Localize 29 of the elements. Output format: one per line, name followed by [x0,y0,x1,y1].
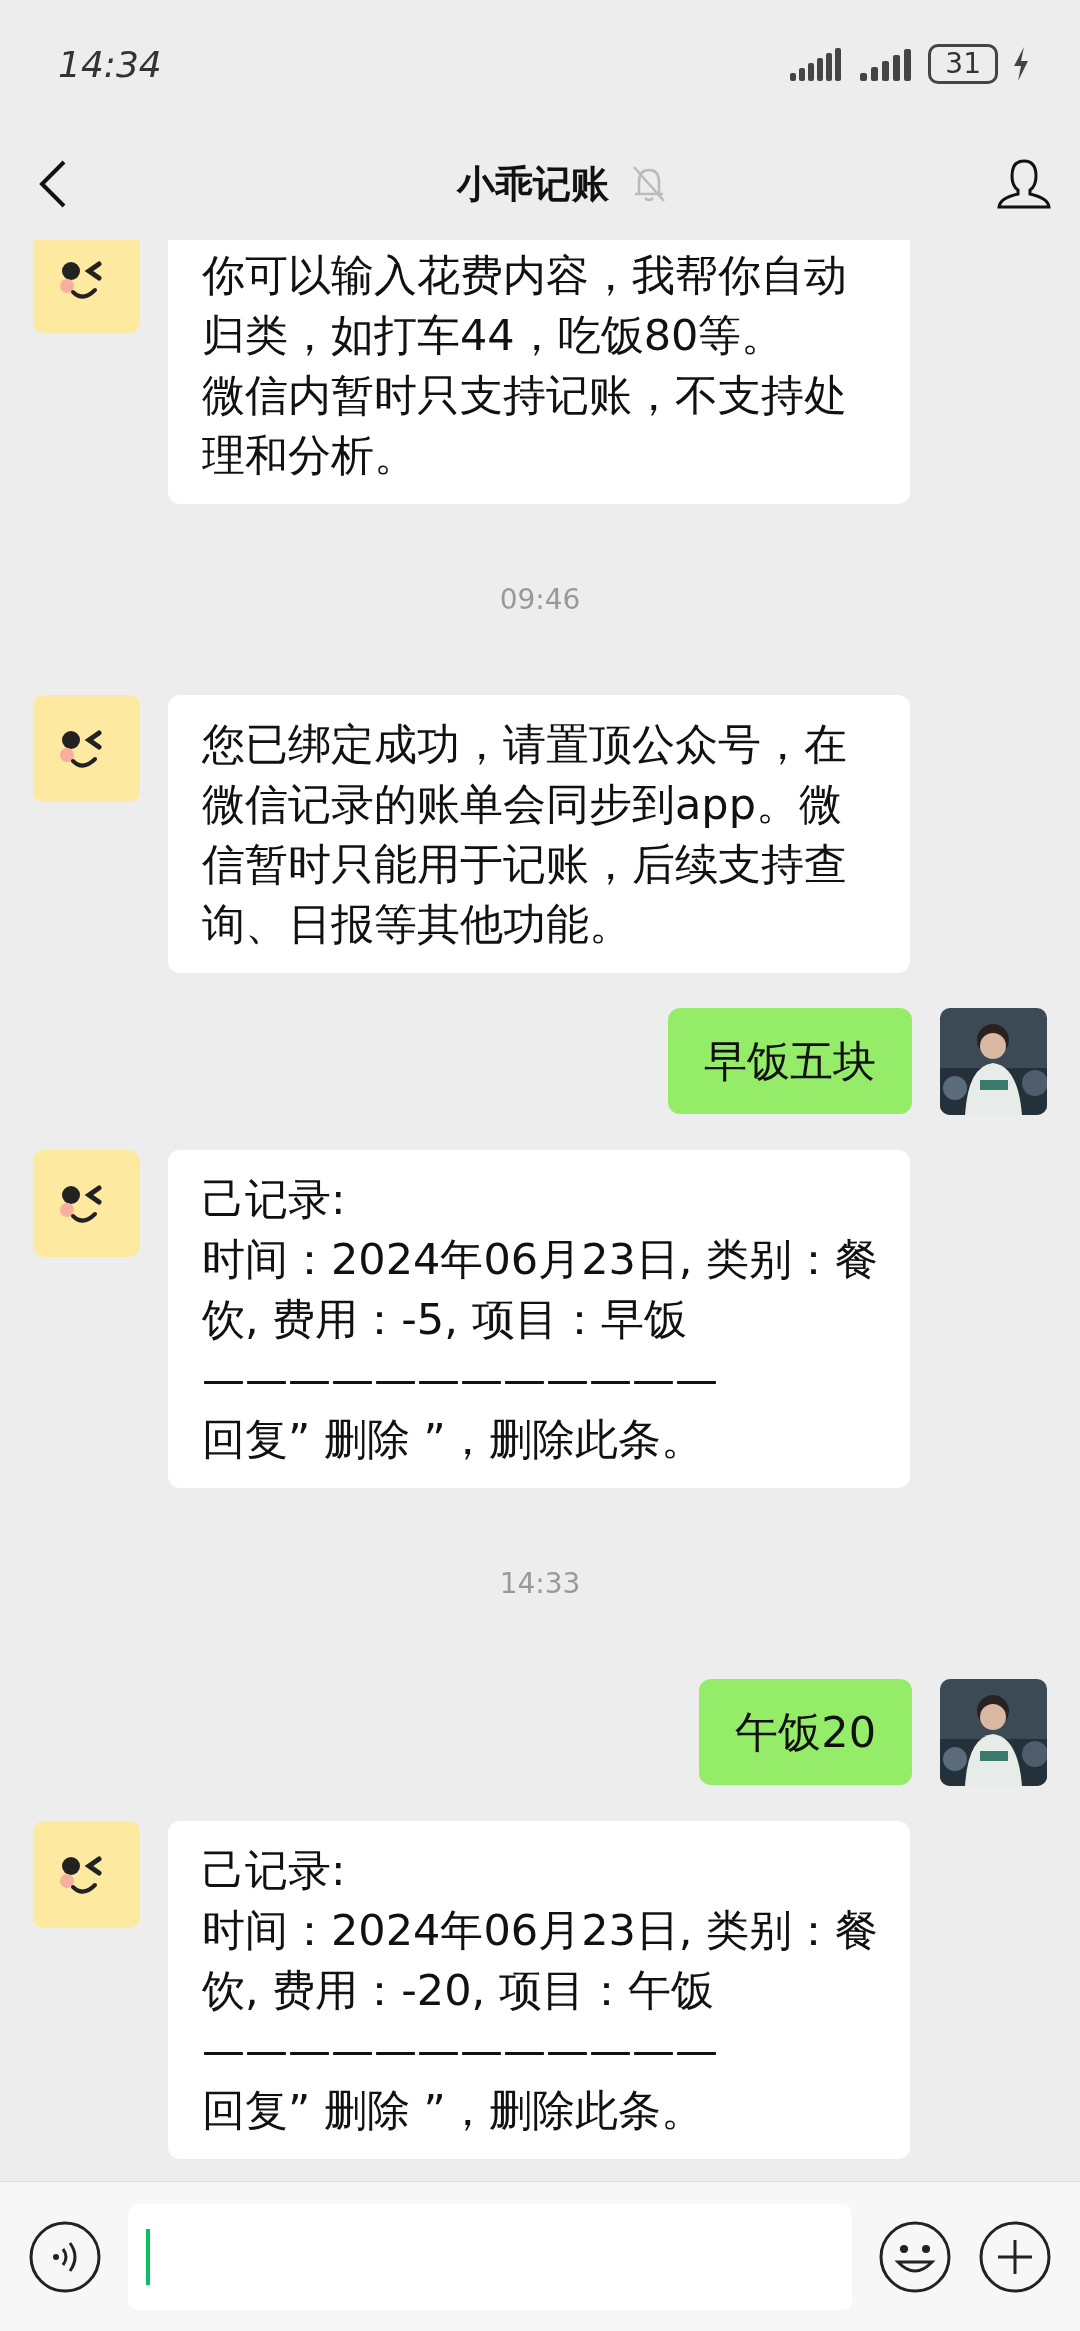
message-text: 您已绑定成功，请置顶公众号，在微信记录的账单会同步到app。微信暂时只能用于记账，后续支持查询、日报等其他功能。 [202,718,848,951]
battery-level: 31 [928,44,998,84]
message-text: 回复” 删除 ”，删除此条。 [202,1413,705,1466]
message-bubble: 早饭五块 [668,1008,912,1114]
back-icon[interactable] [38,159,68,209]
emoji-icon[interactable] [878,2219,952,2294]
message-time: 09:46 [499,583,581,616]
message-text: 时间：2024年06月23日, 类别：餐饮, 费用：-20, 项目：午饭 [202,1904,880,2017]
message-text: 己记录: [202,1173,347,1226]
message-text: ———————————— [202,1353,719,1406]
message-text: 时间：2024年06月23日, 类别：餐饮, 费用：-5, 项目：早饭 [202,1233,880,1346]
bot-avatar-icon[interactable] [33,695,140,802]
message-text: 微信内暂时只支持记账，不支持处理和分析。 [202,369,848,482]
bot-avatar-icon[interactable] [33,1821,140,1928]
chat-title: 小乖记账 [457,160,609,208]
message-input[interactable] [128,2203,852,2310]
message-text: ———————————— [202,2024,719,2077]
charging-icon [1012,47,1030,81]
message-text: 你可以输入花费内容，我帮你自动归类，如打车44，吃饭80等。 [202,249,848,362]
message-bubble: 午饭20 [699,1679,912,1785]
message-text: 己记录: [202,1844,347,1897]
bot-avatar-icon[interactable] [33,1150,140,1257]
message-time: 14:33 [499,1567,581,1600]
message-text: 回复” 删除 ”，删除此条。 [202,2084,705,2137]
plus-icon[interactable] [978,2219,1052,2294]
profile-icon[interactable] [996,158,1052,210]
bot-avatar-icon[interactable] [33,240,140,333]
status-time: 14:34 [58,43,162,85]
voice-icon[interactable] [28,2219,102,2294]
